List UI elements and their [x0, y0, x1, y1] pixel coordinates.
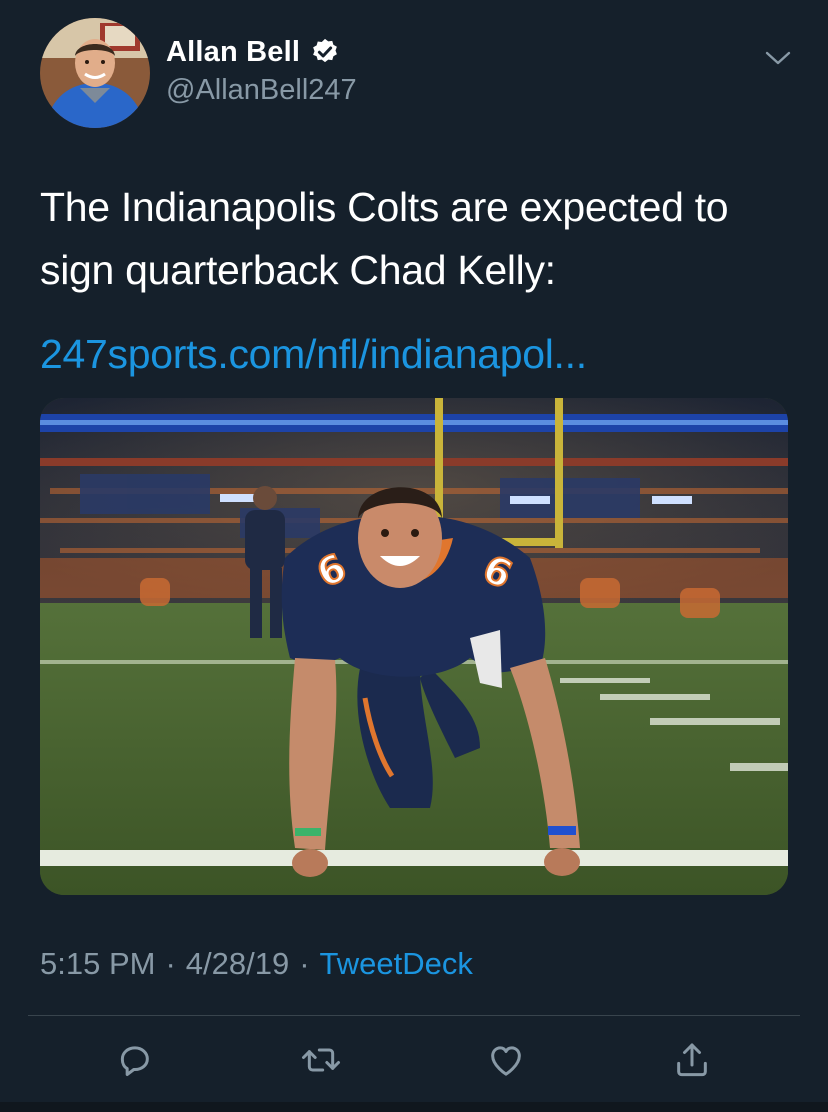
tweet-time[interactable]: 5:15 PM — [40, 946, 155, 982]
avatar[interactable] — [40, 18, 150, 128]
meta-separator: · — [165, 946, 176, 981]
author-name-row[interactable]: Allan Bell — [166, 34, 340, 70]
tweet-source-link[interactable]: TweetDeck — [320, 946, 473, 982]
tweet-actions — [0, 1030, 828, 1090]
like-button[interactable] — [482, 1036, 530, 1084]
bottom-bar — [0, 1102, 828, 1112]
tweet-text: The Indianapolis Colts are expected to s… — [40, 184, 729, 293]
tweet-media[interactable]: 6 6 — [40, 398, 788, 895]
retweet-button[interactable] — [297, 1036, 345, 1084]
display-name[interactable]: Allan Bell — [166, 36, 300, 69]
divider — [28, 1015, 800, 1016]
meta-separator: · — [299, 946, 310, 981]
share-icon — [677, 1043, 707, 1077]
reply-button[interactable] — [110, 1036, 158, 1084]
retweet-icon — [302, 1048, 340, 1072]
tweet-menu-button[interactable] — [760, 40, 796, 76]
avatar-image — [40, 18, 150, 128]
tweet-meta: 5:15 PM · 4/28/19 · TweetDeck — [40, 940, 473, 988]
user-handle[interactable]: @AllanBell247 — [166, 74, 357, 107]
tweet-photo: 6 6 — [40, 398, 788, 895]
chevron-down-icon — [765, 51, 791, 65]
reply-icon — [120, 1046, 149, 1076]
like-icon — [491, 1046, 521, 1076]
tweet: Allan Bell @AllanBell247 The Indianapoli… — [0, 0, 828, 1112]
tweet-link[interactable]: 247sports.com/nfl/indianapol... — [40, 326, 587, 382]
verified-badge-icon — [313, 38, 338, 63]
tweet-date[interactable]: 4/28/19 — [186, 946, 289, 982]
share-button[interactable] — [668, 1036, 716, 1084]
